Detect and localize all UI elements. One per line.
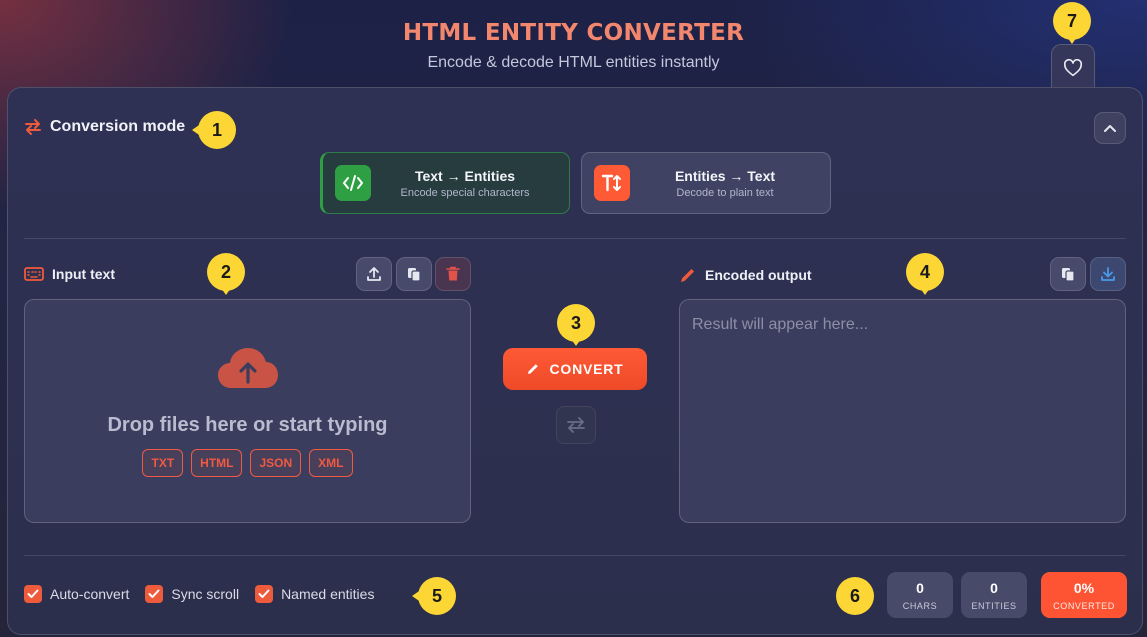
text-cursor-icon (594, 165, 630, 201)
upload-icon (367, 267, 381, 281)
swap-button[interactable] (556, 406, 596, 444)
mode-option-decode[interactable]: Entities → Text Decode to plain text (581, 152, 831, 214)
mode-option-desc: Decode to plain text (676, 186, 774, 199)
input-section-title: Input text (52, 266, 115, 282)
pencil-icon (681, 269, 694, 282)
convert-button[interactable]: CONVERT (503, 348, 647, 390)
marker-1: 1 (192, 111, 236, 149)
swap-arrows-icon (567, 417, 585, 433)
output-section-title: Encoded output (705, 267, 812, 283)
heart-icon (1063, 58, 1083, 76)
download-icon (1101, 267, 1115, 281)
option-label: Sync scroll (171, 586, 240, 602)
conversion-mode-title: Conversion mode (50, 118, 186, 135)
marker-7: 7 (1053, 2, 1091, 44)
page-title: HTML ENTITY CONVERTER (402, 20, 745, 46)
marker-5: 5 (412, 577, 456, 615)
stat-value: 0 (990, 579, 998, 596)
format-chip: HTML (191, 449, 243, 477)
chevron-up-icon (1104, 125, 1116, 132)
copy-output-button[interactable] (1050, 257, 1086, 291)
format-chips: TXT HTML JSON XML (25, 449, 470, 477)
conversion-mode-header: Conversion mode (24, 118, 185, 136)
stat-value: 0 (916, 579, 924, 596)
marker-3: 3 (557, 304, 595, 346)
download-output-button[interactable] (1090, 257, 1126, 291)
stat-label: ENTITIES (971, 600, 1017, 611)
code-icon (335, 165, 371, 201)
output-textarea[interactable] (679, 299, 1126, 523)
swap-arrows-icon (25, 119, 41, 135)
options-row: Auto-convert Sync scroll Named entities (24, 585, 374, 603)
convert-label: CONVERT (549, 361, 624, 377)
format-chip: TXT (142, 449, 184, 477)
checkbox-checked[interactable] (24, 585, 42, 603)
marker-6: 6 (836, 577, 874, 615)
trash-icon (446, 266, 460, 281)
copy-icon (1062, 268, 1075, 282)
format-chip: JSON (250, 449, 302, 477)
mode-option-label: Text → Entities (414, 167, 516, 184)
checkmark-icon (148, 589, 160, 598)
stat-label: CHARS (902, 600, 938, 611)
page-subtitle: Encode & decode HTML entities instantly (427, 54, 720, 71)
checkmark-icon (258, 589, 270, 598)
stat-label: CONVERTED (1053, 600, 1115, 611)
app-header: HTML ENTITY CONVERTER Encode & decode HT… (0, 20, 1147, 72)
upload-button[interactable] (356, 257, 392, 291)
paste-button[interactable] (396, 257, 432, 291)
stat-converted: 0% CONVERTED (1041, 572, 1127, 618)
marker-4: 4 (906, 253, 944, 295)
cloud-upload-icon (218, 348, 278, 388)
converter-panel: Conversion mode Text → Entities Encode s… (7, 87, 1143, 635)
stat-chars: 0 CHARS (887, 572, 953, 618)
mode-option-encode[interactable]: Text → Entities Encode special character… (320, 152, 570, 214)
named-entities-checkbox[interactable]: Named entities (255, 585, 374, 603)
pencil-icon (528, 364, 539, 374)
mode-option-label: Entities → Text (674, 167, 776, 184)
checkbox-checked[interactable] (255, 585, 274, 603)
checkbox-checked[interactable] (145, 585, 164, 603)
option-label: Auto-convert (50, 586, 130, 602)
auto-convert-checkbox[interactable]: Auto-convert (24, 585, 129, 603)
option-label: Named entities (281, 586, 375, 602)
paste-icon (408, 268, 421, 282)
section-divider (24, 555, 1126, 556)
stat-value: 0% (1073, 579, 1095, 596)
input-dropzone[interactable]: Drop files here or start typing TXT HTML… (24, 299, 471, 523)
sync-scroll-checkbox[interactable]: Sync scroll (145, 585, 239, 603)
marker-2: 2 (207, 253, 245, 295)
format-chip: XML (309, 449, 353, 477)
clear-button[interactable] (435, 257, 471, 291)
collapse-button[interactable] (1094, 112, 1126, 144)
section-divider (24, 238, 1126, 239)
input-section-header: Input text (24, 266, 115, 282)
dropzone-text: Drop files here or start typing (107, 414, 388, 436)
stat-entities: 0 ENTITIES (961, 572, 1027, 618)
checkmark-icon (27, 589, 39, 598)
output-section-header: Encoded output (679, 266, 812, 284)
keyboard-icon (24, 267, 44, 281)
mode-option-desc: Encode special characters (400, 186, 530, 199)
